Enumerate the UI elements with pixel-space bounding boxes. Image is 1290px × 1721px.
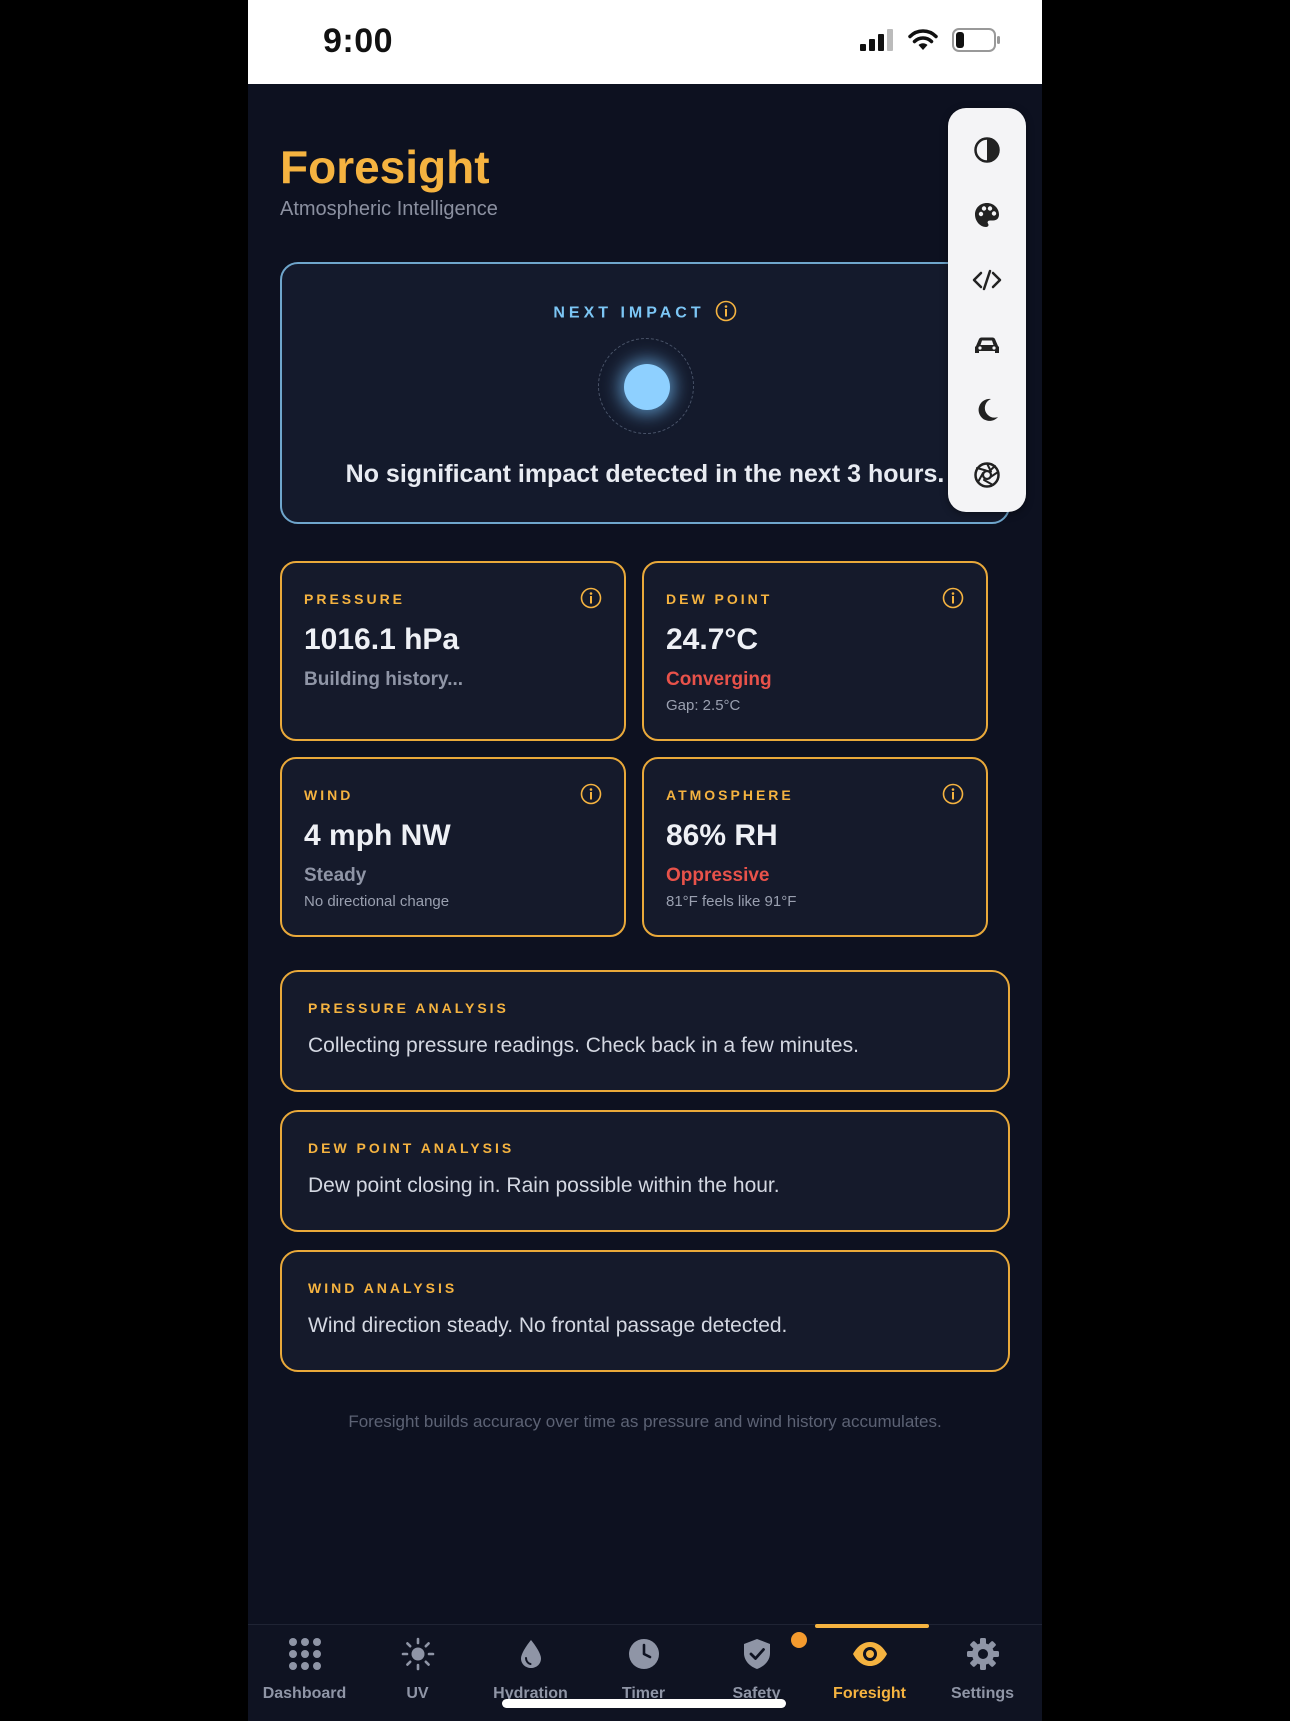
pressure-label: PRESSURE [304,591,406,607]
tab-label: Foresight [833,1685,906,1702]
wifi-icon [908,29,938,50]
grid-icon [288,1638,321,1670]
dew-point-analysis-label: DEW POINT ANALYSIS [308,1140,515,1156]
dew-point-analysis-text: Dew point closing in. Rain possible with… [308,1174,780,1197]
gear-icon [966,1638,999,1670]
info-icon[interactable] [580,783,602,810]
wind-card: WIND 4 mph NW Steady No directional chan… [280,757,626,937]
active-tab-indicator [815,1624,929,1628]
sun-icon [401,1637,434,1671]
dew-point-status: Converging [666,669,772,690]
wind-analysis-label: WIND ANALYSIS [308,1280,458,1296]
foresight-screen: Foresight Atmospheric Intelligence NEXT … [248,84,1042,1624]
tab-settings[interactable]: Settings [926,1625,1039,1721]
contrast-icon[interactable] [967,130,1007,170]
floating-toolbar [948,108,1026,512]
atmosphere-status: Oppressive [666,865,770,886]
next-impact-header: NEXT IMPACT [282,300,1008,327]
status-icons [860,28,1002,52]
battery-icon [952,28,1000,52]
eye-icon [852,1642,887,1666]
pressure-card: PRESSURE 1016.1 hPa Building history... [280,561,626,741]
wind-analysis-card: WIND ANALYSIS Wind direction steady. No … [280,1250,1010,1372]
dew-point-value: 24.7°C [666,623,759,656]
next-impact-message: No significant impact detected in the ne… [345,460,945,488]
pressure-analysis-label: PRESSURE ANALYSIS [308,1000,509,1016]
signal-icon [860,29,893,51]
tab-foresight[interactable]: Foresight [813,1625,926,1721]
dew-point-analysis-card: DEW POINT ANALYSIS Dew point closing in.… [280,1110,1010,1232]
aperture-icon[interactable] [967,455,1007,495]
wind-analysis-text: Wind direction steady. No frontal passag… [308,1314,788,1337]
phone-screen: 9:00 Foresight Atmospheric Intelligence [248,0,1042,1721]
pressure-analysis-text: Collecting pressure readings. Check back… [308,1034,859,1057]
info-icon[interactable] [942,587,964,614]
info-icon[interactable] [715,300,737,327]
tab-uv[interactable]: UV [361,1625,474,1721]
atmosphere-detail: 81°F feels like 91°F [666,893,797,910]
tab-label: Settings [950,1685,1015,1702]
info-icon[interactable] [942,783,964,810]
status-time: 9:00 [323,22,394,60]
code-icon[interactable] [967,260,1007,300]
atmosphere-value: 86% RH [666,819,778,852]
wind-value: 4 mph NW [304,819,451,852]
drop-icon [520,1640,541,1668]
pressure-value: 1016.1 hPa [304,623,460,656]
pressure-status: Building history... [304,669,464,690]
home-indicator[interactable] [502,1699,786,1708]
tab-label: Dashboard [262,1685,347,1702]
wind-status: Steady [304,865,367,886]
dew-point-detail: Gap: 2.5°C [666,697,741,714]
safety-notification-badge [791,1632,807,1648]
tab-label: UV [406,1685,429,1702]
impact-orb [624,364,670,410]
atmosphere-label: ATMOSPHERE [666,787,794,803]
status-bar: 9:00 [248,0,1042,84]
wind-detail: No directional change [304,893,450,910]
clock-icon [628,1639,659,1669]
page-title: Foresight [280,141,490,193]
next-impact-label: NEXT IMPACT [553,304,705,322]
car-icon[interactable] [967,325,1007,365]
pressure-analysis-card: PRESSURE ANALYSIS Collecting pressure re… [280,970,1010,1092]
palette-icon[interactable] [967,195,1007,235]
dew-point-card: DEW POINT 24.7°C Converging Gap: 2.5°C [642,561,988,741]
footnote: Foresight builds accuracy over time as p… [348,1412,942,1431]
page-subtitle: Atmospheric Intelligence [280,198,498,220]
dew-point-label: DEW POINT [666,591,773,607]
info-icon[interactable] [580,587,602,614]
shield-icon [743,1639,770,1669]
moon-icon[interactable] [967,390,1007,430]
next-impact-card: NEXT IMPACT No significant impact detect… [280,262,1010,524]
wind-label: WIND [304,787,354,803]
tab-dashboard[interactable]: Dashboard [248,1625,361,1721]
atmosphere-card: ATMOSPHERE 86% RH Oppressive 81°F feels … [642,757,988,937]
